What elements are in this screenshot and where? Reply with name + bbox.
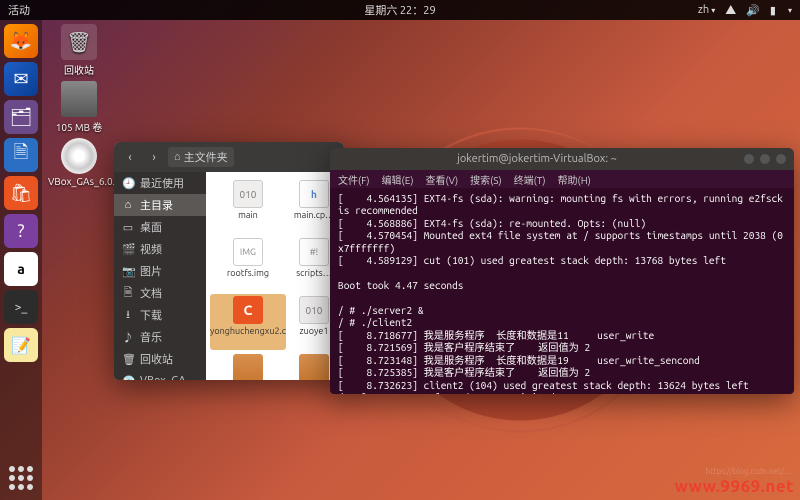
terminal-window[interactable]: jokertim@jokertim-VirtualBox: ~ 文件(F) 编辑(… (330, 148, 794, 394)
disk-icon (61, 81, 97, 117)
sidebar-item[interactable]: 📷 图片 (114, 260, 206, 282)
file-item[interactable]: 文档 (210, 352, 286, 380)
sidebar-icon: 🎬 (122, 243, 134, 256)
sidebar-icon: ♪ (122, 329, 134, 345)
desktop-trash[interactable]: 🗑 回收站 (48, 24, 110, 77)
sidebar-icon: 💿 (122, 375, 134, 381)
dock: 🦊 ✉ 🗂 🗎 🛍 ? a >_ 📝 (0, 20, 42, 500)
sidebar-icon: ⭳ (122, 306, 134, 325)
sidebar-item[interactable]: ▭ 桌面 (114, 216, 206, 238)
clock[interactable]: 星期六 22：29 (364, 2, 435, 18)
files-headerbar: ‹ › ⌂ 主文件夹 (114, 142, 344, 172)
file-icon: 010 (233, 180, 263, 208)
sidebar-label: 主目录 (140, 197, 173, 213)
activities-button[interactable]: 活动 (8, 2, 30, 18)
sidebar-icon: ⌂ (122, 199, 134, 211)
terminal-titlebar[interactable]: jokertim@jokertim-VirtualBox: ~ (330, 148, 794, 170)
trash-icon: 🗑 (61, 24, 97, 60)
sidebar-item[interactable]: 🎬 视频 (114, 238, 206, 260)
sidebar-label: 下载 (140, 307, 162, 323)
file-icon: C (233, 296, 263, 324)
file-item[interactable]: IMG rootfs.img (210, 236, 286, 292)
top-panel: 活动 星期六 22：29 zh▾ ▲ 🔊 ▮ ▾ (0, 0, 800, 20)
desktop-volume[interactable]: 105 MB 卷 (48, 81, 110, 134)
sidebar-label: 文档 (140, 285, 162, 301)
sidebar-label: 图片 (140, 263, 162, 279)
terminal-title: jokertim@jokertim-VirtualBox: ~ (457, 153, 617, 165)
desktop-cdrom[interactable]: VBox_GAs_6.0.12 (48, 138, 110, 187)
file-icon: #! (299, 238, 329, 266)
breadcrumb-label: 主文件夹 (184, 149, 228, 165)
file-label: main (210, 210, 286, 220)
file-item[interactable]: Cyonghuchengxu2.c (210, 294, 286, 350)
files-window[interactable]: ‹ › ⌂ 主文件夹 🕘 最近使用 ⌂ 主目录 ▭ 桌面 🎬 视频 📷 图片 🗎 文档 ⭳ 下载 ♪ 音乐 🗑 回… (114, 142, 344, 380)
sidebar-item[interactable]: 🕘 最近使用 (114, 172, 206, 194)
sidebar-item[interactable]: 🗑 回收站 (114, 348, 206, 370)
sidebar-label: 视频 (140, 241, 162, 257)
desktop: 🗑 回收站 105 MB 卷 VBox_GAs_6.0.12 (48, 24, 110, 187)
sidebar-item[interactable]: ♪ 音乐 (114, 326, 206, 348)
input-method-indicator[interactable]: zh▾ (698, 4, 715, 16)
dock-amazon[interactable]: a (4, 252, 38, 286)
menu-item[interactable]: 帮助(H) (558, 172, 591, 187)
files-sidebar: 🕘 最近使用 ⌂ 主目录 ▭ 桌面 🎬 视频 📷 图片 🗎 文档 ⭳ 下载 ♪ 音乐 🗑 回收站 💿 VBox_GA…… (114, 172, 206, 380)
dock-software[interactable]: 🛍 (4, 176, 38, 210)
volume-icon[interactable]: 🔊 (746, 4, 760, 17)
sidebar-icon: 🗑 (122, 353, 134, 366)
sidebar-icon: 📷 (122, 265, 134, 278)
terminal-output[interactable]: [ 4.564135] EXT4-fs (sda): warning: moun… (330, 188, 794, 394)
forward-button[interactable]: › (144, 147, 164, 167)
file-label: rootfs.img (210, 268, 286, 278)
sidebar-label: 回收站 (140, 351, 173, 367)
dock-text-editor[interactable]: 📝 (4, 328, 38, 362)
menu-item[interactable]: 搜索(S) (470, 172, 502, 187)
sidebar-icon: ▭ (122, 221, 134, 234)
sidebar-label: 音乐 (140, 329, 162, 345)
dock-help[interactable]: ? (4, 214, 38, 248)
back-button[interactable]: ‹ (120, 147, 140, 167)
file-icon: h (299, 180, 329, 208)
source-watermark: https://blog.csdn.net/… (706, 467, 792, 476)
file-label: yonghuchengxu2.c (210, 326, 286, 336)
path-breadcrumb[interactable]: ⌂ 主文件夹 (168, 147, 234, 167)
file-icon (233, 354, 263, 380)
show-applications-button[interactable] (9, 466, 33, 490)
cd-icon (61, 138, 97, 174)
sidebar-icon: 🗎 (122, 284, 134, 303)
dock-terminal[interactable]: >_ (4, 290, 38, 324)
dock-files[interactable]: 🗂 (4, 100, 38, 134)
desktop-label: VBox_GAs_6.0.12 (48, 176, 110, 187)
dock-firefox[interactable]: 🦊 (4, 24, 38, 58)
file-icon: IMG (233, 238, 263, 266)
desktop-label: 105 MB 卷 (48, 119, 110, 134)
battery-icon[interactable]: ▮ (770, 4, 776, 17)
dock-thunderbird[interactable]: ✉ (4, 62, 38, 96)
network-icon[interactable]: ▲ (725, 2, 736, 18)
menu-item[interactable]: 编辑(E) (382, 172, 414, 187)
sidebar-item[interactable]: ⭳ 下载 (114, 304, 206, 326)
terminal-menubar[interactable]: 文件(F) 编辑(E) 查看(V) 搜索(S) 终端(T) 帮助(H) (330, 170, 794, 188)
watermark: www.9969.net (674, 477, 794, 496)
desktop-label: 回收站 (48, 62, 110, 77)
files-icon-view[interactable]: 010mainhmain.cp…IMGrootfs.img#!scripts…C… (206, 172, 344, 380)
sidebar-item[interactable]: 💿VBox_GA…⏏ (114, 370, 206, 380)
sidebar-label: 桌面 (140, 219, 162, 235)
file-item[interactable]: 010 main (210, 178, 286, 234)
sidebar-label: VBox_GA… (140, 375, 197, 380)
file-icon: 010 (299, 296, 329, 324)
sidebar-icon: 🕘 (122, 177, 134, 190)
sidebar-item[interactable]: 🗎 文档 (114, 282, 206, 304)
dock-writer[interactable]: 🗎 (4, 138, 38, 172)
system-menu-caret-icon[interactable]: ▾ (788, 6, 792, 15)
maximize-button[interactable] (760, 154, 770, 164)
sidebar-item[interactable]: ⌂ 主目录 (114, 194, 206, 216)
minimize-button[interactable] (744, 154, 754, 164)
close-button[interactable] (776, 154, 786, 164)
menu-item[interactable]: 文件(F) (338, 172, 370, 187)
home-icon: ⌂ (174, 151, 181, 163)
menu-item[interactable]: 终端(T) (514, 172, 546, 187)
file-icon (299, 354, 329, 380)
sidebar-label: 最近使用 (140, 175, 184, 191)
menu-item[interactable]: 查看(V) (425, 172, 458, 187)
